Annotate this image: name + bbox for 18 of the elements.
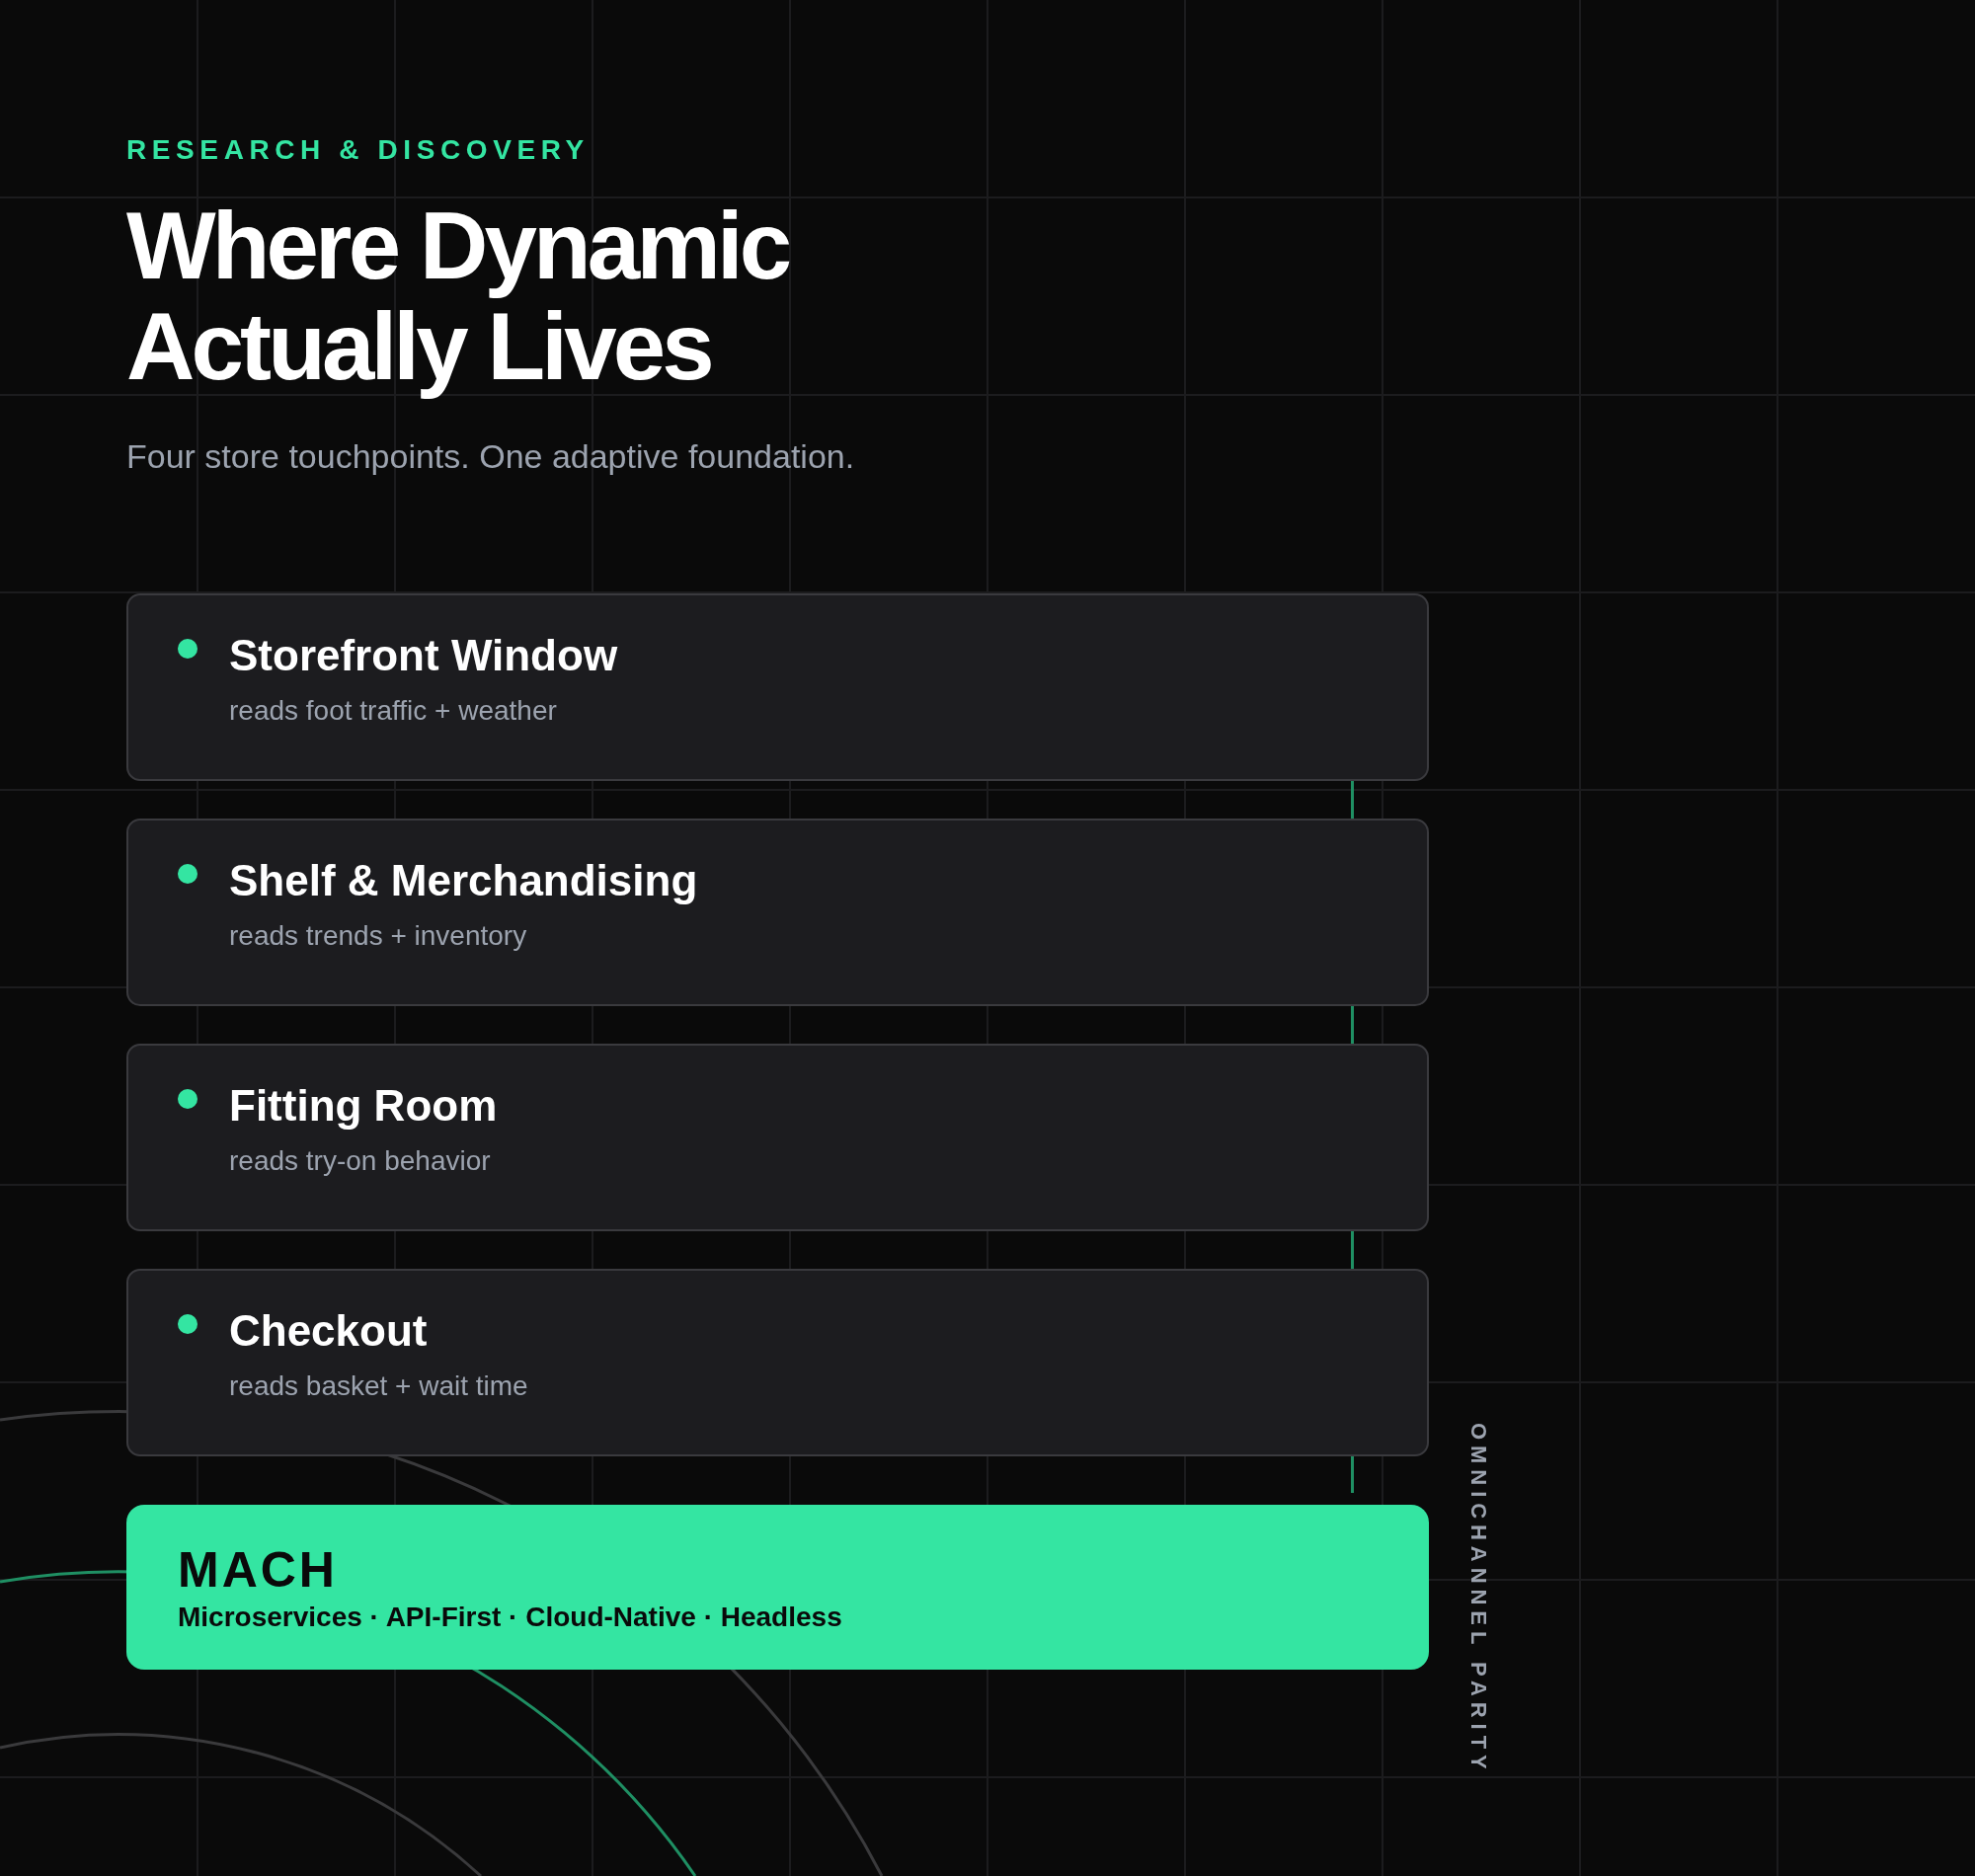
connector-line bbox=[1351, 1231, 1354, 1269]
touchpoint-detail: reads trends + inventory bbox=[229, 919, 528, 953]
connector-line bbox=[1351, 1006, 1354, 1044]
connector-line bbox=[1351, 1456, 1354, 1493]
touchpoint-detail: reads try-on behavior bbox=[229, 1144, 492, 1178]
page-heading: Where Dynamic Actually Lives bbox=[126, 195, 789, 397]
connector-line bbox=[1351, 781, 1354, 819]
page-subtitle: Four store touchpoints. One adaptive foundation. bbox=[126, 436, 855, 477]
section-eyebrow: RESEARCH & DISCOVERY bbox=[126, 133, 590, 167]
foundation-title: MACH bbox=[178, 1542, 338, 1598]
touchpoint-title: Storefront Window bbox=[229, 630, 618, 681]
touchpoint-title: Shelf & Merchandising bbox=[229, 855, 698, 906]
touchpoint-detail: reads basket + wait time bbox=[229, 1369, 528, 1403]
touchpoint-title: Fitting Room bbox=[229, 1080, 498, 1132]
foundation-pillars: Microservices · API-First · Cloud-Native · Headless bbox=[178, 1601, 842, 1634]
side-label: OMNICHANNEL PARITY bbox=[1465, 1423, 1491, 1775]
touchpoint-title: Checkout bbox=[229, 1305, 429, 1357]
touchpoint-detail: reads foot traffic + weather bbox=[229, 694, 558, 728]
